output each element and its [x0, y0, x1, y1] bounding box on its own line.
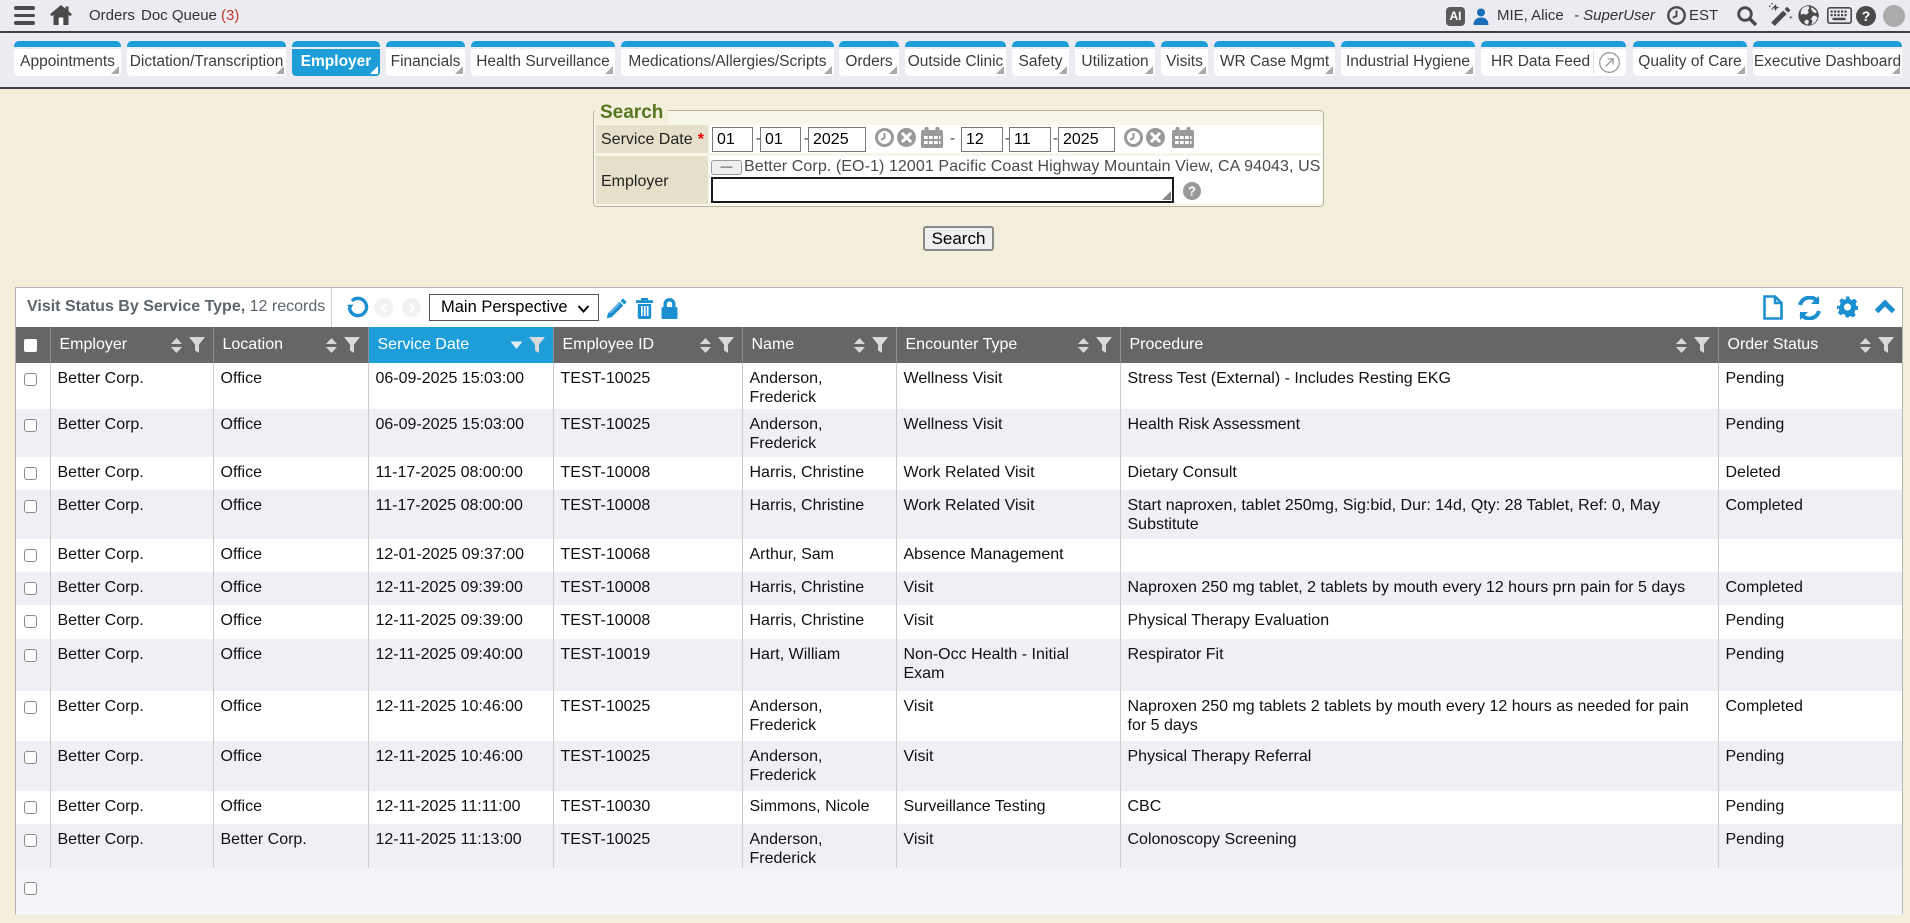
svg-text:?: ? — [1862, 8, 1871, 24]
svg-text:?: ? — [1188, 184, 1196, 199]
